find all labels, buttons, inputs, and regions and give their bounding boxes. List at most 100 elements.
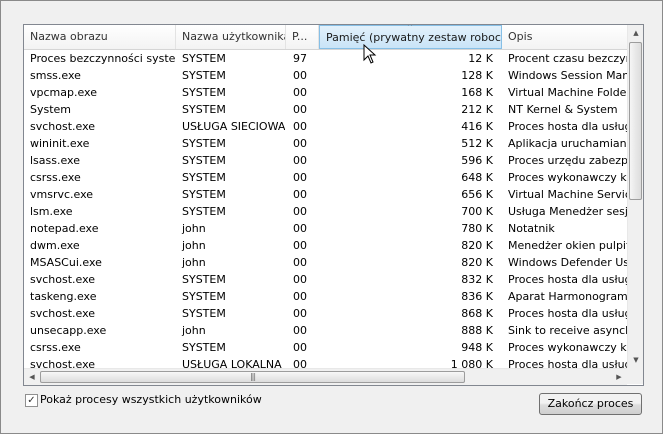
process-memory: 212 K	[461, 103, 493, 116]
process-description: Proces wykonawczy klien	[508, 171, 627, 184]
table-row[interactable]: vpcmap.exe SYSTEM 00 168 K Virtual Machine F…	[24, 84, 627, 101]
scroll-right-icon[interactable]: ▶	[611, 369, 627, 385]
table-row[interactable]: smss.exe SYSTEM 00 128 K Windows Session Man…	[24, 67, 627, 84]
show-all-users-label[interactable]: Pokaż procesy wszystkich użytkowników	[40, 393, 262, 406]
process-name: csrss.exe	[30, 171, 81, 184]
process-priority: 00	[293, 324, 307, 337]
process-user: john	[182, 256, 206, 269]
end-process-button[interactable]: Zakończ proces	[539, 393, 642, 415]
process-name: taskeng.exe	[30, 290, 97, 303]
process-description: Sink to receive asynchro	[508, 324, 627, 337]
table-row[interactable]: csrss.exe SYSTEM 00 648 K Proces wykonawczy …	[24, 169, 627, 186]
process-priority: 00	[293, 273, 307, 286]
table-row[interactable]: svchost.exe SYSTEM 00 868 K Proces hosta dla…	[24, 305, 627, 322]
process-name: vpcmap.exe	[30, 86, 97, 99]
process-name: smss.exe	[30, 69, 81, 82]
process-memory: 948 K	[461, 341, 493, 354]
vertical-scrollbar[interactable]: ▲ ▼	[627, 25, 643, 368]
process-description: NT Kernel & System	[508, 103, 618, 116]
process-user: SYSTEM	[182, 103, 226, 116]
process-priority: 00	[293, 69, 307, 82]
process-priority: 00	[293, 171, 307, 184]
process-priority: 00	[293, 188, 307, 201]
process-description: Proces hosta dla usług sy	[508, 120, 627, 133]
table-row[interactable]: vmsrvc.exe SYSTEM 00 656 K Virtual Machine S…	[24, 186, 627, 203]
process-memory: 868 K	[461, 307, 493, 320]
process-memory: 12 K	[468, 52, 493, 65]
process-description: Virtual Machine Folder Sh	[508, 86, 627, 99]
process-priority: 00	[293, 154, 307, 167]
process-name: csrss.exe	[30, 341, 81, 354]
table-row[interactable]: unsecapp.exe john 00 888 K Sink to receive a…	[24, 322, 627, 339]
process-list[interactable]: Nazwa obrazu Nazwa użytkownika P... Pami…	[23, 24, 644, 386]
process-priority: 00	[293, 341, 307, 354]
process-user: SYSTEM	[182, 205, 226, 218]
mouse-cursor-icon	[363, 44, 377, 64]
column-header-priority[interactable]: P...	[286, 25, 319, 49]
scroll-left-icon[interactable]: ◀	[24, 369, 40, 385]
process-description: Windows Defender User	[508, 256, 627, 269]
process-priority: 00	[293, 239, 307, 252]
process-priority: 97	[293, 52, 307, 65]
table-row[interactable]: taskeng.exe SYSTEM 00 836 K Aparat Harmonogr…	[24, 288, 627, 305]
process-user: SYSTEM	[182, 188, 226, 201]
process-user: john	[182, 222, 206, 235]
column-header-name[interactable]: Nazwa obrazu	[24, 25, 176, 49]
column-header-user[interactable]: Nazwa użytkownika	[176, 25, 286, 49]
process-description: Menedżer okien pulpitu	[508, 239, 627, 252]
column-header-description[interactable]: Opis	[502, 25, 627, 49]
scroll-up-icon[interactable]: ▲	[628, 25, 643, 41]
table-row[interactable]: csrss.exe SYSTEM 00 948 K Proces wykonawczy …	[24, 339, 627, 356]
process-description: Proces hosta dla usług sy	[508, 273, 627, 286]
scrollbar-corner	[627, 368, 643, 384]
table-row[interactable]: wininit.exe SYSTEM 00 512 K Aplikacja urucha…	[24, 135, 627, 152]
process-user: SYSTEM	[182, 290, 226, 303]
scroll-down-icon[interactable]: ▼	[628, 352, 643, 368]
process-memory: 168 K	[461, 86, 493, 99]
process-user: SYSTEM	[182, 69, 226, 82]
process-name: svchost.exe	[30, 307, 96, 320]
process-memory: 832 K	[461, 273, 493, 286]
process-description: Notatnik	[508, 222, 555, 235]
show-all-users-checkbox[interactable]: ✓	[25, 394, 38, 407]
table-row[interactable]: lsm.exe SYSTEM 00 700 K Usługa Menedżer sesj…	[24, 203, 627, 220]
process-user: SYSTEM	[182, 86, 226, 99]
process-name: vmsrvc.exe	[30, 188, 94, 201]
table-row[interactable]: svchost.exe SYSTEM 00 832 K Proces hosta dla…	[24, 271, 627, 288]
process-memory: 416 K	[461, 120, 493, 133]
process-user: USŁUGA SIECIOWA	[182, 120, 285, 133]
process-memory: 780 K	[461, 222, 493, 235]
sort-ascending-icon: ^	[407, 24, 413, 31]
horizontal-scrollbar[interactable]: ◀ ||| ▶	[24, 368, 627, 385]
process-description: Aparat Harmonogramu za	[508, 290, 627, 303]
process-user: john	[182, 324, 206, 337]
processes-panel: Nazwa obrazu Nazwa użytkownika P... Pami…	[0, 0, 663, 434]
process-user: SYSTEM	[182, 273, 226, 286]
process-name: lsm.exe	[30, 205, 73, 218]
process-memory: 820 K	[461, 239, 493, 252]
process-memory: 656 K	[461, 188, 493, 201]
process-user: SYSTEM	[182, 154, 226, 167]
process-user: SYSTEM	[182, 52, 226, 65]
process-priority: 00	[293, 103, 307, 116]
process-description: Procent czasu bezczynności	[508, 52, 627, 65]
process-name: lsass.exe	[30, 154, 80, 167]
table-row[interactable]: System SYSTEM 00 212 K NT Kernel & System	[24, 101, 627, 118]
process-memory: 128 K	[461, 69, 493, 82]
table-row[interactable]: Proces bezczynności systemu SYSTEM 97 12 K P…	[24, 50, 627, 67]
process-priority: 00	[293, 290, 307, 303]
table-row[interactable]: MSASCui.exe john 00 820 K Windows Defender U…	[24, 254, 627, 271]
horizontal-scroll-thumb[interactable]: |||	[40, 371, 465, 383]
table-row[interactable]: notepad.exe john 00 780 K Notatnik	[24, 220, 627, 237]
table-row[interactable]: lsass.exe SYSTEM 00 596 K Proces urzędu zabe…	[24, 152, 627, 169]
process-description: Proces hosta dla usług sy	[508, 307, 627, 320]
process-description: Proces wykonawczy klien	[508, 341, 627, 354]
process-name: System	[30, 103, 72, 116]
process-name: svchost.exe	[30, 273, 96, 286]
table-row[interactable]: svchost.exe USŁUGA SIECIOWA 00 416 K Proces …	[24, 118, 627, 135]
process-priority: 00	[293, 120, 307, 133]
list-header: Nazwa obrazu Nazwa użytkownika P... Pami…	[24, 25, 627, 50]
table-row[interactable]: dwm.exe john 00 820 K Menedżer okien pulpitu	[24, 237, 627, 254]
vertical-scroll-thumb[interactable]	[629, 42, 642, 200]
process-description: Usługa Menedżer sesji lo	[508, 205, 627, 218]
